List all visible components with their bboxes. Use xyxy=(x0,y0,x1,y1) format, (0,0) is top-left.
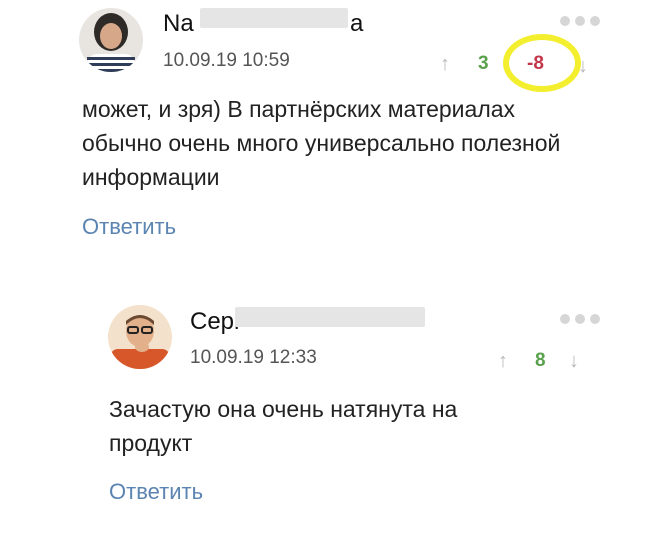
score-down: -8 xyxy=(527,53,544,74)
comment-date: 10.09.19 12:33 xyxy=(190,347,317,368)
comment-text: Зачастую она очень натянута на продукт xyxy=(109,396,458,456)
comment-text: может, и зря) В партнёрских материалах о… xyxy=(82,96,561,190)
author-name-tail: a xyxy=(350,10,364,37)
reply-button[interactable]: Ответить xyxy=(109,479,203,505)
comment-date: 10.09.19 10:59 xyxy=(163,50,290,71)
arrow-down-icon[interactable]: ↓ xyxy=(578,56,588,76)
more-options-icon[interactable] xyxy=(560,314,600,324)
more-options-icon[interactable] xyxy=(560,16,600,26)
avatar[interactable] xyxy=(79,8,143,72)
author-name[interactable]: Na xyxy=(163,10,194,38)
redaction-bar xyxy=(200,8,348,28)
arrow-down-icon[interactable]: ↓ xyxy=(569,351,579,371)
score: 8 xyxy=(535,350,546,371)
arrow-up-icon[interactable]: ↑ xyxy=(440,54,450,74)
arrow-up-icon[interactable]: ↑ xyxy=(498,351,508,371)
avatar[interactable] xyxy=(108,305,172,369)
reply-button[interactable]: Ответить xyxy=(82,214,176,240)
score-up: 3 xyxy=(478,53,489,74)
redaction-bar xyxy=(235,307,425,327)
